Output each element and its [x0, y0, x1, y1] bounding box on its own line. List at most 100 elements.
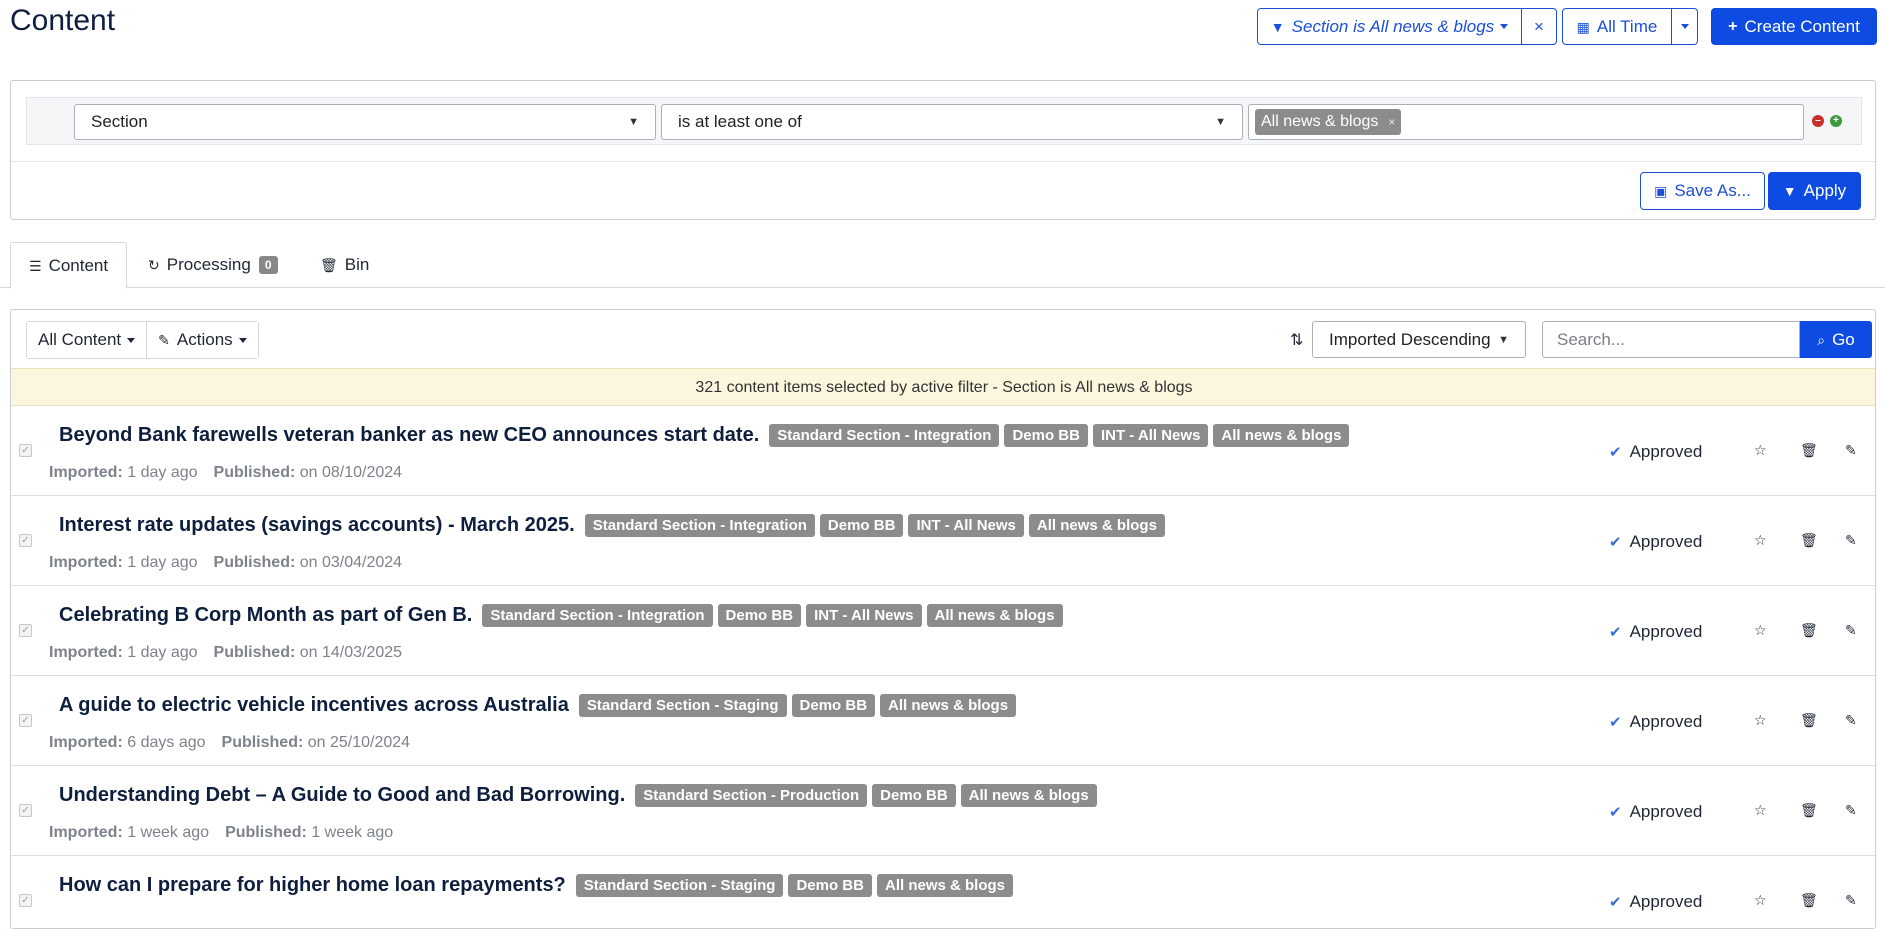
content-title-link[interactable]: Celebrating B Corp Month as part of Gen … — [59, 604, 472, 627]
section-tag: Standard Section - Staging — [575, 874, 784, 897]
status-badge: ✔ Approved — [1609, 442, 1702, 462]
status-label: Approved — [1629, 622, 1703, 641]
create-content-label: Create Content — [1744, 16, 1860, 36]
row-checkbox[interactable]: ✓ — [19, 624, 32, 637]
chevron-down-icon — [238, 337, 247, 343]
time-range-button[interactable]: ▦ All Time — [1562, 8, 1672, 45]
content-title-link[interactable]: Understanding Debt – A Guide to Good and… — [59, 784, 625, 807]
check-icon: ✔ — [1609, 534, 1622, 551]
remove-condition-icon[interactable]: – — [1812, 115, 1824, 127]
section-tag: All news & blogs — [1213, 424, 1350, 447]
published-label: Published: — [221, 734, 304, 751]
row-meta: Imported: 1 day ago Published: on 03/04/2… — [49, 554, 402, 572]
status-badge: ✔ Approved — [1609, 622, 1702, 642]
active-filter-group: ▼ Section is All news & blogs × — [1257, 8, 1557, 45]
chevron-down-icon — [127, 337, 136, 343]
row-title-line: Interest rate updates (savings accounts)… — [59, 514, 1170, 537]
content-row[interactable]: ✓ A guide to electric vehicle incentives … — [11, 676, 1875, 766]
tab-bar: ☰ Content ↻ Processing 0 🗑 Bin — [0, 242, 1885, 289]
actions-label: Actions — [176, 330, 233, 349]
pencil-icon[interactable]: ✎ — [1845, 892, 1857, 909]
row-checkbox[interactable]: ✓ — [19, 714, 32, 727]
list-icon: ☰ — [29, 257, 42, 274]
chevron-down-icon: ▼ — [1215, 116, 1226, 128]
star-icon[interactable]: ☆ — [1754, 712, 1767, 729]
calendar-icon: ▦ — [1576, 18, 1590, 35]
check-icon: ✔ — [1609, 444, 1622, 461]
section-tag: Standard Section - Staging — [578, 694, 787, 717]
save-icon: ▣ — [1654, 183, 1668, 199]
pencil-icon[interactable]: ✎ — [1845, 622, 1857, 639]
row-title-line: Understanding Debt – A Guide to Good and… — [59, 784, 1102, 807]
filter-notice: 321 content items selected by active fil… — [11, 368, 1875, 406]
trash-icon[interactable]: 🗑 — [1800, 892, 1818, 909]
row-title-line: How can I prepare for higher home loan r… — [59, 874, 1018, 897]
go-button[interactable]: ⌕ Go — [1800, 321, 1872, 358]
trash-icon[interactable]: 🗑 — [1800, 532, 1818, 549]
content-row[interactable]: ✓ Understanding Debt – A Guide to Good an… — [11, 766, 1875, 856]
pencil-icon[interactable]: ✎ — [1845, 712, 1857, 729]
row-title-line: A guide to electric vehicle incentives a… — [59, 694, 1021, 717]
star-icon[interactable]: ☆ — [1754, 892, 1767, 909]
apply-button[interactable]: ▼ Apply — [1768, 172, 1861, 210]
time-range-group: ▦ All Time — [1562, 8, 1698, 45]
star-icon[interactable]: ☆ — [1754, 802, 1767, 819]
row-checkbox[interactable]: ✓ — [19, 804, 32, 817]
active-filter-button[interactable]: ▼ Section is All news & blogs — [1257, 8, 1522, 45]
all-content-dropdown[interactable]: All Content — [27, 322, 147, 358]
filter-value-tagbox[interactable]: All news & blogs × — [1248, 104, 1804, 140]
refresh-icon: ↻ — [148, 257, 160, 273]
chevron-down-icon — [1680, 24, 1689, 29]
star-icon[interactable]: ☆ — [1754, 532, 1767, 549]
create-content-button[interactable]: + Create Content — [1711, 8, 1877, 45]
magic-wand-icon: ✎ — [158, 332, 170, 348]
row-checkbox[interactable]: ✓ — [19, 444, 32, 457]
search-input[interactable]: Search... — [1542, 321, 1800, 358]
add-condition-icon[interactable]: + — [1830, 115, 1842, 127]
imported-label: Imported: — [49, 734, 123, 751]
tab-bin[interactable]: 🗑 Bin — [302, 242, 387, 288]
content-row[interactable]: ✓ Beyond Bank farewells veteran banker as… — [11, 406, 1875, 496]
actions-dropdown[interactable]: ✎ Actions — [146, 322, 258, 358]
time-range-dropdown-button[interactable] — [1672, 8, 1698, 45]
row-meta: Imported: 1 day ago Published: on 14/03/2… — [49, 644, 402, 662]
published-label: Published: — [213, 644, 296, 661]
row-checkbox[interactable]: ✓ — [19, 534, 32, 547]
content-title-link[interactable]: A guide to electric vehicle incentives a… — [59, 694, 569, 717]
trash-icon[interactable]: 🗑 — [1800, 442, 1818, 459]
content-row[interactable]: ✓ Celebrating B Corp Month as part of Gen… — [11, 586, 1875, 676]
section-tag: Standard Section - Integration — [769, 424, 1000, 447]
pencil-icon[interactable]: ✎ — [1845, 532, 1857, 549]
trash-icon[interactable]: 🗑 — [1800, 802, 1818, 819]
star-icon[interactable]: ☆ — [1754, 622, 1767, 639]
trash-icon[interactable]: 🗑 — [1800, 622, 1818, 639]
page-title: Content — [10, 4, 116, 37]
content-row[interactable]: ✓ Interest rate updates (savings accounts… — [11, 496, 1875, 586]
sort-value: Imported Descending — [1329, 329, 1491, 349]
imported-value: 1 day ago — [127, 464, 198, 481]
sort-select[interactable]: Imported Descending ▼ — [1312, 321, 1526, 358]
star-icon[interactable]: ☆ — [1754, 442, 1767, 459]
row-checkbox[interactable]: ✓ — [19, 894, 32, 907]
section-tag: All news & blogs — [876, 874, 1013, 897]
filter-operator-select[interactable]: is at least one of ▼ — [661, 104, 1243, 140]
content-title-link[interactable]: Interest rate updates (savings accounts)… — [59, 514, 575, 537]
filter-panel — [10, 80, 1876, 220]
content-title-link[interactable]: Beyond Bank farewells veteran banker as … — [59, 424, 759, 447]
save-as-button[interactable]: ▣ Save As... — [1640, 172, 1765, 210]
filter-field-select[interactable]: Section ▼ — [74, 104, 656, 140]
tab-content[interactable]: ☰ Content — [10, 242, 127, 289]
content-title-link[interactable]: How can I prepare for higher home loan r… — [59, 874, 566, 897]
tab-processing[interactable]: ↻ Processing 0 — [130, 242, 296, 288]
sort-icon[interactable]: ⇅ — [1290, 330, 1303, 350]
section-tag: Demo BB — [788, 874, 872, 897]
pencil-icon[interactable]: ✎ — [1845, 802, 1857, 819]
clear-filter-button[interactable]: × — [1522, 8, 1557, 45]
trash-icon[interactable]: 🗑 — [1800, 712, 1818, 729]
pencil-icon[interactable]: ✎ — [1845, 442, 1857, 459]
content-row[interactable]: ✓ How can I prepare for higher home loan … — [11, 856, 1875, 928]
chip-remove-icon[interactable]: × — [1388, 115, 1395, 129]
chevron-down-icon: ▼ — [1498, 333, 1509, 346]
tab-processing-label: Processing — [166, 255, 251, 274]
section-tag: Standard Section - Production — [635, 784, 868, 807]
